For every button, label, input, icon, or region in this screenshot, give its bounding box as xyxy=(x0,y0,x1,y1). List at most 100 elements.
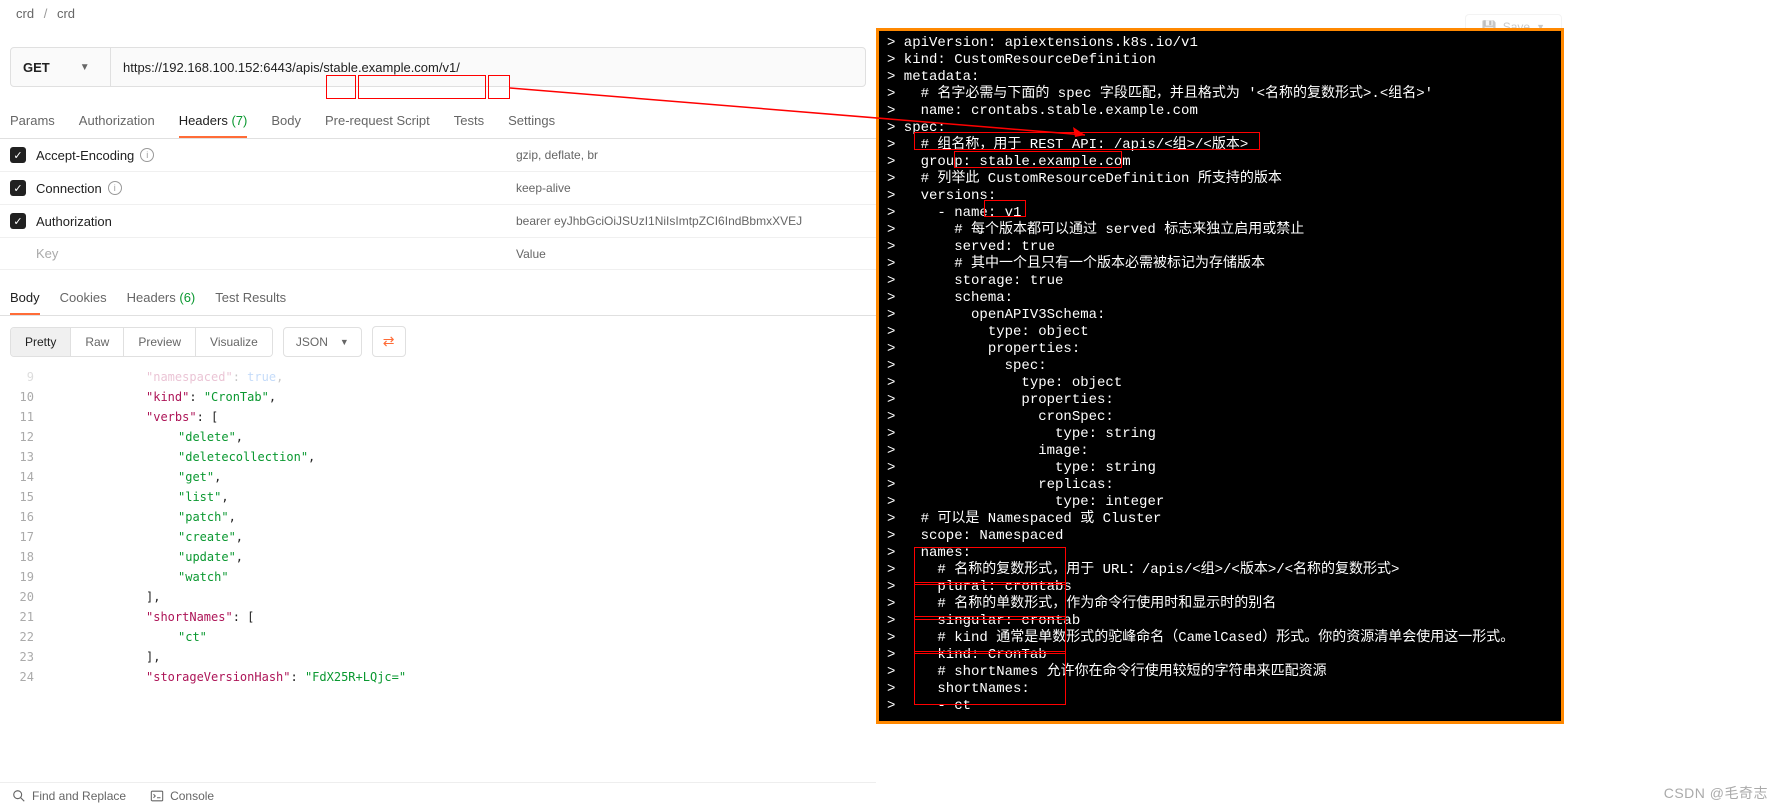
view-raw-button[interactable]: Raw xyxy=(71,328,124,356)
view-visualize-button[interactable]: Visualize xyxy=(196,328,272,356)
response-code-view[interactable]: 9101112131415161718192021222324 "namespa… xyxy=(0,367,876,687)
headers-table: ✓ Accept-Encoding i gzip, deflate, br ✓ … xyxy=(0,139,876,270)
header-value-placeholder[interactable]: Value xyxy=(516,247,866,261)
terminal-line: > properties: xyxy=(887,341,1553,358)
terminal-line: > # 其中一个且只有一个版本必需被标记为存储版本 xyxy=(887,256,1553,273)
header-row[interactable]: ✓ Accept-Encoding i gzip, deflate, br xyxy=(0,139,876,172)
info-icon: i xyxy=(140,148,154,162)
terminal-line: > # 名称的复数形式，用于 URL：/apis/<组>/<版本>/<名称的复数… xyxy=(887,562,1553,579)
terminal-line: > spec: xyxy=(887,358,1553,375)
header-key[interactable]: Authorization xyxy=(36,214,516,229)
watermark: CSDN @毛奇志 xyxy=(1664,783,1768,803)
terminal-line: > served: true xyxy=(887,239,1553,256)
terminal-line: > metadata: xyxy=(887,69,1553,86)
terminal-line: > plural: crontabs xyxy=(887,579,1553,596)
request-tabs: Params Authorization Headers (7) Body Pr… xyxy=(0,105,876,139)
response-tab-results[interactable]: Test Results xyxy=(215,282,286,315)
code-lines[interactable]: "namespaced": true,"kind": "CronTab","ve… xyxy=(50,367,876,687)
terminal-line: > - name: v1 xyxy=(887,205,1553,222)
tab-prerequest[interactable]: Pre-request Script xyxy=(325,105,430,138)
terminal-line: > schema: xyxy=(887,290,1553,307)
console-icon xyxy=(150,789,164,803)
header-key[interactable]: Accept-Encoding i xyxy=(36,148,516,163)
breadcrumb-seg-1[interactable]: crd xyxy=(16,6,34,21)
tab-body[interactable]: Body xyxy=(271,105,301,138)
terminal-line: > # 列举此 CustomResourceDefinition 所支持的版本 xyxy=(887,171,1553,188)
terminal-line: > # 名称的单数形式，作为命令行使用时和显示时的别名 xyxy=(887,596,1553,613)
terminal-line: > kind: CustomResourceDefinition xyxy=(887,52,1553,69)
terminal-line: > type: integer xyxy=(887,494,1553,511)
method-select[interactable]: GET ▼ xyxy=(11,48,111,86)
terminal-line: > type: object xyxy=(887,324,1553,341)
url-group: stable.example.com xyxy=(323,60,439,75)
response-tab-body[interactable]: Body xyxy=(10,282,40,315)
chevron-down-icon: ▼ xyxy=(340,337,349,347)
header-value[interactable]: bearer eyJhbGciOiJSUzI1NiIsImtpZCI6IndBb… xyxy=(516,214,866,228)
terminal-line: > spec: xyxy=(887,120,1553,137)
terminal-line: > # 可以是 Namespaced 或 Cluster xyxy=(887,511,1553,528)
url-input[interactable]: https://192.168.100.152:6443/apis/stable… xyxy=(111,48,865,86)
terminal-line: > # 名字必需与下面的 spec 字段匹配，并且格式为 '<名称的复数形式>.… xyxy=(887,86,1553,103)
response-tab-headers[interactable]: Headers (6) xyxy=(127,282,196,315)
header-row-placeholder[interactable]: Key Value xyxy=(0,238,876,270)
header-key-placeholder[interactable]: Key xyxy=(36,246,516,261)
format-select[interactable]: JSON ▼ xyxy=(283,327,362,357)
header-key[interactable]: Connection i xyxy=(36,181,516,196)
header-value[interactable]: keep-alive xyxy=(516,181,866,195)
header-row[interactable]: ✓ Connection i keep-alive xyxy=(0,172,876,205)
chevron-down-icon: ▼ xyxy=(80,62,90,73)
console-button[interactable]: Console xyxy=(150,789,214,803)
terminal-line: > names: xyxy=(887,545,1553,562)
terminal-line: > # kind 通常是单数形式的驼峰命名（CamelCased）形式。你的资源… xyxy=(887,630,1553,647)
header-value[interactable]: gzip, deflate, br xyxy=(516,148,866,162)
terminal-line: > storage: true xyxy=(887,273,1553,290)
terminal-line: > - ct xyxy=(887,698,1553,715)
view-mode-group: Pretty Raw Preview Visualize xyxy=(10,327,273,357)
wrap-icon: ⇄ xyxy=(383,333,395,349)
tab-headers[interactable]: Headers (7) xyxy=(179,105,248,138)
terminal-line: > type: object xyxy=(887,375,1553,392)
breadcrumb[interactable]: crd / crd xyxy=(0,0,876,27)
terminal-line: > properties: xyxy=(887,392,1553,409)
breadcrumb-seg-2[interactable]: crd xyxy=(57,6,75,21)
terminal-line: > group: stable.example.com xyxy=(887,154,1553,171)
wrap-lines-button[interactable]: ⇄ xyxy=(372,326,406,357)
terminal-line: > # shortNames 允许你在命令行使用较短的字符串来匹配资源 xyxy=(887,664,1553,681)
view-preview-button[interactable]: Preview xyxy=(124,328,196,356)
terminal-line: > replicas: xyxy=(887,477,1553,494)
terminal-line: > image: xyxy=(887,443,1553,460)
postman-pane: crd / crd GET ▼ https://192.168.100.152:… xyxy=(0,0,876,809)
line-gutter: 9101112131415161718192021222324 xyxy=(0,367,50,687)
terminal-line: > # 组名称，用于 REST API: /apis/<组>/<版本> xyxy=(887,137,1553,154)
terminal-pane[interactable]: > apiVersion: apiextensions.k8s.io/v1> k… xyxy=(876,28,1564,724)
find-replace-button[interactable]: Find and Replace xyxy=(12,789,126,803)
terminal-line: > singular: crontab xyxy=(887,613,1553,630)
view-controls: Pretty Raw Preview Visualize JSON ▼ ⇄ xyxy=(0,316,876,367)
request-bar: GET ▼ https://192.168.100.152:6443/apis/… xyxy=(10,47,866,87)
header-checkbox[interactable]: ✓ xyxy=(10,147,36,163)
url-version: v1/ xyxy=(443,60,460,75)
bottom-bar: Find and Replace Console xyxy=(0,782,876,809)
tab-tests[interactable]: Tests xyxy=(454,105,484,138)
breadcrumb-sep: / xyxy=(44,6,48,21)
terminal-line: > openAPIV3Schema: xyxy=(887,307,1553,324)
terminal-line: > type: string xyxy=(887,460,1553,477)
tab-params[interactable]: Params xyxy=(10,105,55,138)
terminal-line: > shortNames: xyxy=(887,681,1553,698)
response-tabs: Body Cookies Headers (6) Test Results xyxy=(0,282,876,316)
terminal-line: > type: string xyxy=(887,426,1553,443)
info-icon: i xyxy=(108,181,122,195)
terminal-line: > cronSpec: xyxy=(887,409,1553,426)
tab-authorization[interactable]: Authorization xyxy=(79,105,155,138)
tab-settings[interactable]: Settings xyxy=(508,105,555,138)
header-checkbox[interactable]: ✓ xyxy=(10,213,36,229)
terminal-line: > apiVersion: apiextensions.k8s.io/v1 xyxy=(887,35,1553,52)
view-pretty-button[interactable]: Pretty xyxy=(11,328,71,356)
terminal-line: > kind: CronTab xyxy=(887,647,1553,664)
response-tab-cookies[interactable]: Cookies xyxy=(60,282,107,315)
url-apis: apis xyxy=(296,60,320,75)
header-checkbox[interactable]: ✓ xyxy=(10,180,36,196)
header-row[interactable]: ✓ Authorization bearer eyJhbGciOiJSUzI1N… xyxy=(0,205,876,238)
terminal-line: > name: crontabs.stable.example.com xyxy=(887,103,1553,120)
terminal-line: > versions: xyxy=(887,188,1553,205)
